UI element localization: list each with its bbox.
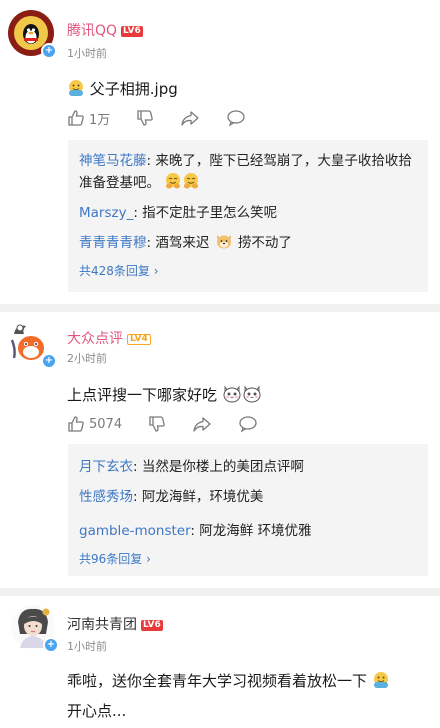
reply-username[interactable]: 神笔马花藤 bbox=[79, 153, 147, 169]
post-time: 1小时前 bbox=[67, 640, 107, 653]
username-text[interactable]: 大众点评 bbox=[67, 331, 123, 347]
post-time: 2小时前 bbox=[67, 352, 107, 365]
hug-emoji-icon bbox=[164, 172, 182, 197]
verified-badge-icon: + bbox=[43, 637, 59, 653]
comment-button[interactable] bbox=[238, 415, 258, 433]
post-text: 乖啦，送你全套青年大学习视频看着放松一下 bbox=[67, 672, 368, 690]
username-text[interactable]: 腾讯QQ bbox=[67, 23, 117, 39]
like-icon bbox=[68, 416, 84, 432]
post-time: 1小时前 bbox=[67, 47, 107, 60]
share-button[interactable] bbox=[192, 415, 212, 433]
comment-icon bbox=[227, 110, 245, 127]
reply-text: : 阿龙海鲜 环境优雅 bbox=[190, 523, 312, 539]
reply-username[interactable]: Marszy_ bbox=[79, 205, 133, 221]
reply-username[interactable]: 月下玄衣 bbox=[79, 459, 133, 475]
post-content: 乖啦，送你全套青年大学习视频看着放松一下 bbox=[67, 670, 390, 693]
post-text: 父子相拥.jpg bbox=[89, 80, 178, 98]
post-content-line2: 开心点... bbox=[67, 702, 127, 720]
comment-post: + 河南共青团 LV6 1小时前 乖啦，送你全套青年大学习视频看着放松一下 开心点… bbox=[0, 596, 440, 728]
post-divider bbox=[0, 588, 440, 596]
reply-text: : 阿龙海鲜，环境优美 bbox=[133, 489, 264, 505]
level-badge: LV6 bbox=[141, 620, 163, 631]
reply-text: : 酒驾来迟 bbox=[146, 235, 214, 251]
share-icon bbox=[181, 111, 199, 126]
action-bar: 1万 bbox=[67, 108, 272, 128]
comment-icon bbox=[239, 416, 257, 433]
reply-username[interactable]: 青青青青穆 bbox=[79, 235, 147, 251]
dog-emoji-icon bbox=[214, 232, 234, 257]
level-badge: LV4 bbox=[127, 334, 151, 345]
comment-post: + 腾讯QQ LV6 1小时前 父子相拥.jpg 1万 神笔马花藤: 来晚了，陛… bbox=[0, 0, 440, 304]
level-badge: LV6 bbox=[121, 26, 143, 37]
dislike-button[interactable] bbox=[136, 109, 154, 127]
like-button[interactable]: 5074 bbox=[67, 415, 122, 433]
reply-text: : 当然是你楼上的美团点评啊 bbox=[133, 459, 304, 475]
avatar[interactable]: + bbox=[8, 320, 57, 369]
username[interactable]: 腾讯QQ LV6 bbox=[67, 20, 143, 40]
username-text[interactable]: 河南共青团 bbox=[67, 617, 137, 633]
reply-text: : 指不定肚子里怎么笑呢 bbox=[133, 205, 278, 221]
hug-emoji-icon bbox=[372, 671, 390, 693]
username[interactable]: 大众点评 LV4 bbox=[67, 328, 151, 348]
action-bar: 5074 bbox=[67, 414, 284, 434]
comment-button[interactable] bbox=[226, 109, 246, 127]
reply-text: 捞不动了 bbox=[233, 235, 292, 251]
hug-emoji-icon bbox=[67, 79, 85, 101]
avatar[interactable]: + bbox=[8, 10, 57, 59]
verified-badge-icon: + bbox=[41, 43, 57, 59]
post-divider bbox=[0, 304, 440, 312]
share-button[interactable] bbox=[180, 109, 200, 127]
reply-box: 神笔马花藤: 来晚了，陛下已经驾崩了，大皇子收拾收拾准备登基吧。 Marszy_… bbox=[68, 140, 428, 292]
reply-item[interactable]: 月下玄衣: 当然是你楼上的美团点评啊 bbox=[79, 456, 421, 478]
dislike-icon bbox=[149, 416, 165, 432]
dislike-icon bbox=[137, 110, 154, 126]
reply-item[interactable]: gamble-monster: 阿龙海鲜 环境优雅 bbox=[79, 520, 421, 542]
post-text: 上点评搜一下哪家好吃 bbox=[67, 386, 218, 404]
reply-item[interactable]: 神笔马花藤: 来晚了，陛下已经驾崩了，大皇子收拾收拾准备登基吧。 bbox=[79, 150, 421, 197]
view-more-replies-link[interactable]: 共428条回复 › bbox=[79, 262, 159, 279]
reply-username[interactable]: 性感秀场 bbox=[79, 489, 133, 505]
comment-post: + 大众点评 LV4 2小时前 上点评搜一下哪家好吃 5074 月下玄衣: 当然… bbox=[0, 312, 440, 588]
reply-item[interactable]: 性感秀场: 阿龙海鲜，环境优美 bbox=[79, 486, 421, 508]
reply-username[interactable]: gamble-monster bbox=[79, 523, 190, 539]
like-count: 5074 bbox=[89, 416, 123, 432]
like-button[interactable]: 1万 bbox=[67, 109, 110, 128]
hug-emoji-icon bbox=[182, 172, 200, 197]
reply-item[interactable]: Marszy_: 指不定肚子里怎么笑呢 bbox=[79, 202, 421, 224]
post-content: 上点评搜一下哪家好吃 bbox=[67, 384, 262, 407]
cat-emoji-icon bbox=[222, 385, 242, 407]
reply-item[interactable]: 青青青青穆: 酒驾来迟 捞不动了 bbox=[79, 232, 421, 257]
comment-feed: + 腾讯QQ LV6 1小时前 父子相拥.jpg 1万 神笔马花藤: 来晚了，陛… bbox=[0, 0, 440, 728]
verified-badge-icon: + bbox=[41, 353, 57, 369]
dislike-button[interactable] bbox=[148, 415, 166, 433]
reply-box: 月下玄衣: 当然是你楼上的美团点评啊 性感秀场: 阿龙海鲜，环境优美 gambl… bbox=[68, 444, 428, 576]
view-more-replies-link[interactable]: 共96条回复 › bbox=[79, 550, 151, 567]
share-icon bbox=[193, 417, 211, 432]
avatar[interactable]: + bbox=[10, 604, 59, 653]
like-count: 1万 bbox=[89, 112, 111, 128]
like-icon bbox=[68, 110, 84, 126]
username[interactable]: 河南共青团 LV6 bbox=[67, 614, 163, 634]
cat-emoji-icon bbox=[242, 385, 262, 407]
post-content: 父子相拥.jpg bbox=[67, 78, 178, 101]
